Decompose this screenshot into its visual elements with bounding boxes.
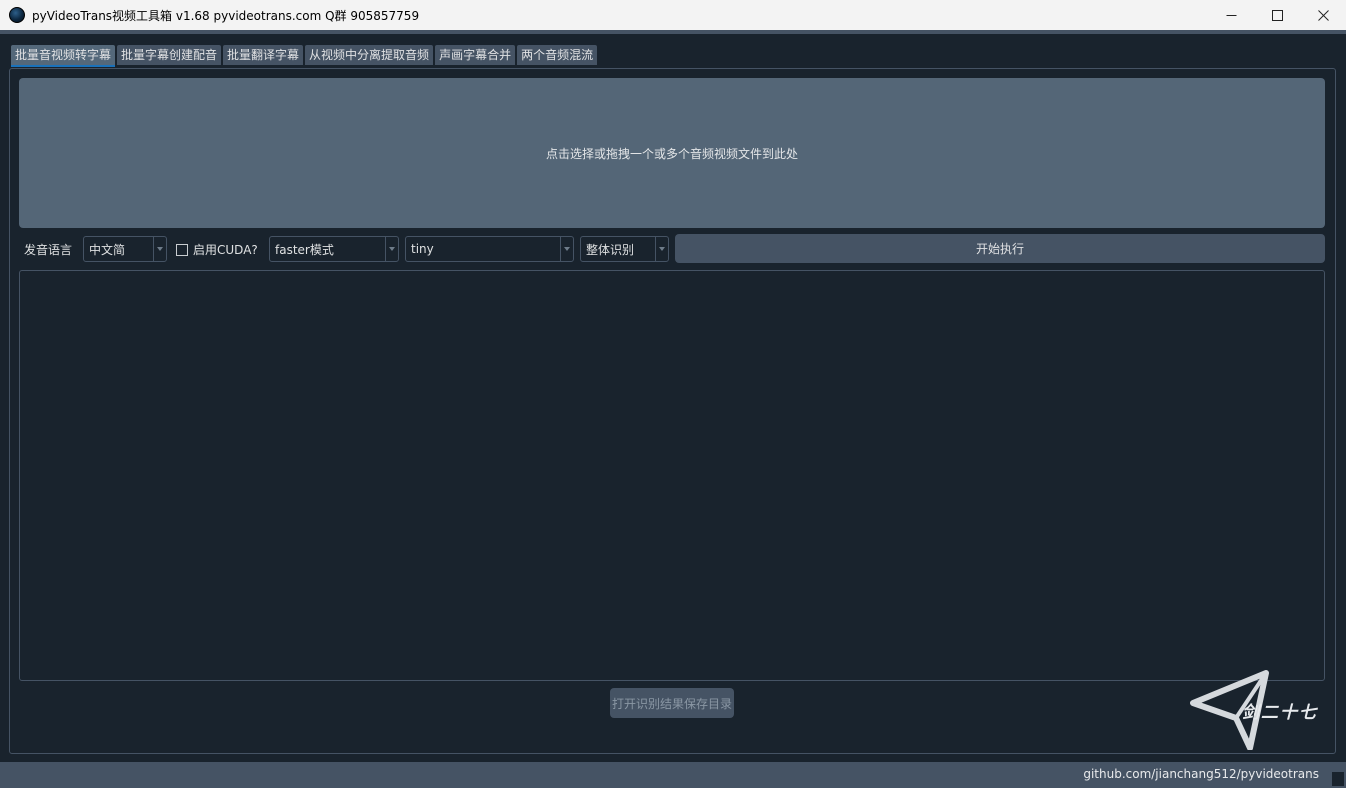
app-logo-icon [9, 7, 25, 23]
cuda-checkbox[interactable] [176, 243, 188, 256]
open-output-dir-button[interactable]: 打开识别结果保存目录 [610, 688, 734, 718]
tab-batch-translate[interactable]: 批量翻译字幕 [223, 45, 304, 65]
title-bar: pyVideoTrans视频工具箱 v1.68 pyvideotrans.com… [0, 0, 1346, 30]
start-button-label: 开始执行 [975, 242, 1024, 256]
window-title: pyVideoTrans视频工具箱 v1.68 pyvideotrans.com… [32, 8, 420, 23]
language-label: 发音语言 [24, 243, 73, 257]
chevron-down-icon [385, 237, 398, 261]
language-select-value: 中文简 [89, 242, 126, 257]
resize-grip-icon[interactable] [1332, 772, 1344, 786]
chevron-down-icon [560, 237, 573, 261]
cuda-label: 启用CUDA? [193, 243, 258, 257]
cuda-checkbox-group[interactable]: 启用CUDA? [176, 241, 258, 258]
github-link[interactable]: github.com/jianchang512/pyvideotrans [1083, 767, 1319, 781]
brand-logo: 剑二十七 [1188, 670, 1333, 751]
tab-merge-av-subtitle[interactable]: 声画字幕合并 [435, 45, 516, 65]
tab-extract-audio[interactable]: 从视频中分离提取音频 [305, 45, 434, 65]
tab-batch-dubbing[interactable]: 批量字幕创建配音 [117, 45, 222, 65]
dropzone-text: 点击选择或拖拽一个或多个音频视频文件到此处 [545, 146, 798, 161]
output-textarea[interactable] [19, 270, 1325, 681]
title-separator [0, 30, 1346, 34]
model-select-value: tiny [411, 242, 434, 256]
chevron-down-icon [655, 237, 668, 261]
mode-select-value: faster模式 [275, 242, 334, 257]
maximize-icon[interactable] [1254, 0, 1300, 30]
start-button[interactable]: 开始执行 [675, 234, 1325, 263]
language-select[interactable]: 中文简 [83, 236, 167, 262]
model-select[interactable]: tiny [405, 236, 574, 262]
file-dropzone[interactable]: 点击选择或拖拽一个或多个音频视频文件到此处 [19, 78, 1325, 228]
tab-mix-audio[interactable]: 两个音频混流 [517, 45, 598, 65]
window-controls [1208, 0, 1346, 30]
close-icon[interactable] [1300, 0, 1346, 30]
tab-bar: 批量音视频转字幕 批量字幕创建配音 批量翻译字幕 从视频中分离提取音频 声画字幕… [11, 45, 599, 67]
status-bar: github.com/jianchang512/pyvideotrans [0, 762, 1346, 788]
split-type-select-value: 整体识别 [586, 242, 635, 257]
open-output-dir-label: 打开识别结果保存目录 [611, 696, 732, 711]
tab-batch-subtitle-recognition[interactable]: 批量音视频转字幕 [11, 45, 116, 67]
split-type-select[interactable]: 整体识别 [580, 236, 669, 262]
minimize-icon[interactable] [1208, 0, 1254, 30]
chevron-down-icon [153, 237, 166, 261]
mode-select[interactable]: faster模式 [269, 236, 399, 262]
logo-text: 剑二十七 [1242, 703, 1318, 723]
